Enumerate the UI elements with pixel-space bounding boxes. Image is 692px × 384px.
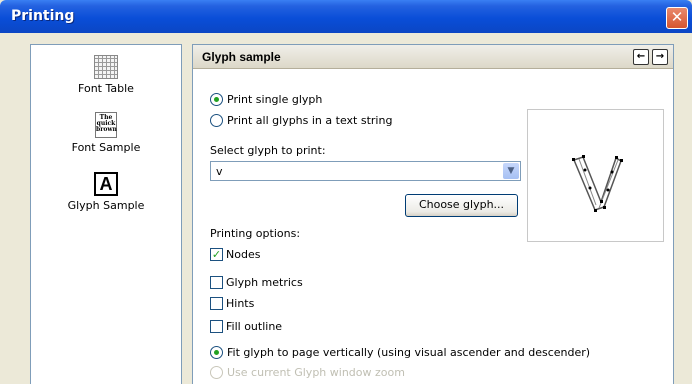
choose-glyph-button[interactable]: Choose glyph... [405,194,518,217]
hints-label: Hints [226,297,255,310]
sample-type-list: Font Table The quick brown Font Sample A… [30,44,182,384]
title-bar: Printing ✕ [0,0,692,33]
print-all-glyphs-option[interactable]: Print all glyphs in a text string [210,114,392,127]
glyph-metrics-label: Glyph metrics [226,276,303,289]
panel-title: Glyph sample [202,50,281,64]
use-zoom-radio [210,366,223,379]
nodes-checkbox[interactable]: ✓ [210,248,223,261]
printing-options-label-text: Printing options: [210,227,301,240]
sidebar-item-font-table[interactable]: Font Table [31,55,181,95]
use-zoom-label: Use current Glyph window zoom [227,366,405,379]
glyph-sample-icon: A [94,172,118,196]
glyph-select-value: v [216,165,223,178]
close-button[interactable]: ✕ [666,7,688,29]
window-title: Printing [11,8,75,24]
panel-header: Glyph sample ← → [193,45,673,69]
sidebar-item-font-sample[interactable]: The quick brown Font Sample [31,112,181,154]
nodes-option[interactable]: ✓ Nodes [210,248,260,261]
fit-vertical-label: Fit glyph to page vertically (using visu… [227,346,591,359]
dropdown-button[interactable]: ▼ [503,163,519,179]
close-icon: ✕ [670,8,684,26]
glyph-preview [527,109,664,242]
print-single-glyph-label: Print single glyph [227,93,323,106]
arrow-right-icon: → [655,51,665,62]
fit-vertical-option[interactable]: Fit glyph to page vertically (using visu… [210,346,590,359]
forward-button[interactable]: → [652,49,668,65]
nodes-label: Nodes [226,248,261,261]
glyph-sample-panel: Glyph sample ← → Print single glyph Prin… [192,44,674,384]
sidebar-item-glyph-sample[interactable]: A Glyph Sample [31,172,181,212]
sidebar-item-label: Glyph Sample [67,199,145,212]
hints-option[interactable]: Hints [210,297,254,310]
fill-outline-label: Fill outline [226,320,283,333]
use-zoom-option: Use current Glyph window zoom [210,366,405,379]
sidebar-item-label: Font Table [78,82,134,95]
print-single-glyph-radio[interactable] [210,93,223,106]
fill-outline-checkbox[interactable] [210,320,223,333]
printing-options-label: Printing options: [210,227,300,240]
font-sample-icon: The quick brown [95,112,117,138]
select-glyph-label-text: Select glyph to print: [210,144,326,157]
print-single-glyph-option[interactable]: Print single glyph [210,93,322,106]
glyph-preview-image [572,155,623,212]
hints-checkbox[interactable] [210,297,223,310]
font-table-icon [94,55,118,79]
back-button[interactable]: ← [633,49,649,65]
chevron-down-icon: ▼ [507,166,515,176]
glyph-metrics-option[interactable]: Glyph metrics [210,276,303,289]
glyph-select-dropdown[interactable]: v ▼ [210,161,521,181]
print-all-glyphs-label: Print all glyphs in a text string [227,114,393,127]
fit-vertical-radio[interactable] [210,346,223,359]
fill-outline-option[interactable]: Fill outline [210,320,282,333]
print-all-glyphs-radio[interactable] [210,114,223,127]
sidebar-item-label: Font Sample [71,141,141,154]
select-glyph-label: Select glyph to print: [210,144,326,157]
arrow-left-icon: ← [636,51,646,62]
glyph-metrics-checkbox[interactable] [210,276,223,289]
